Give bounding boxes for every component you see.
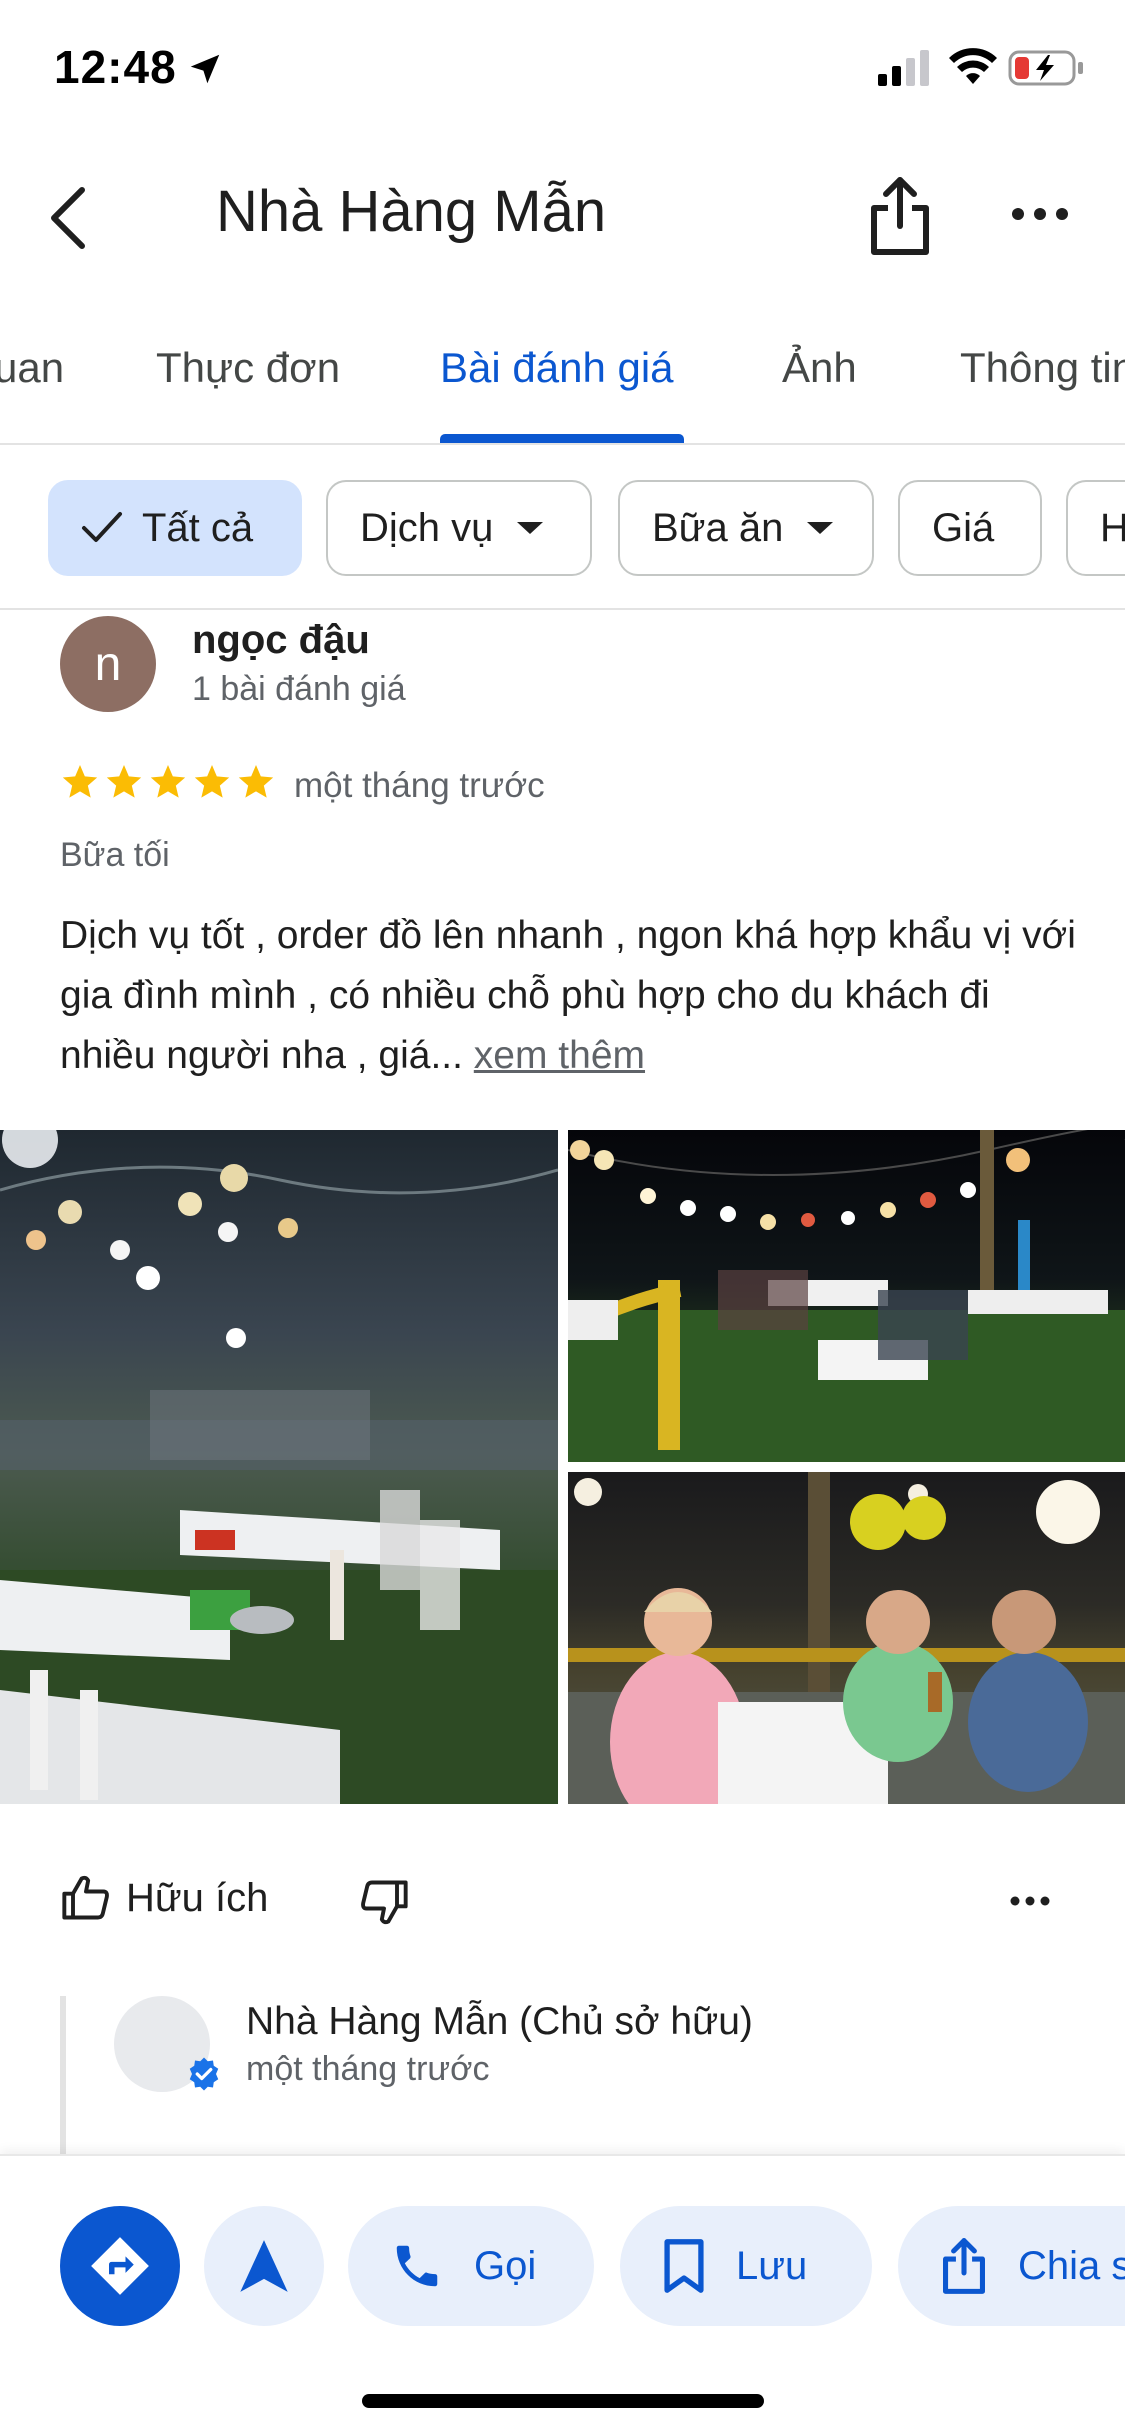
place-header: Nhà Hàng Mẫn [0,150,1125,280]
more-icon[interactable] [1010,1894,1050,1908]
review-photo[interactable] [568,1130,1125,1462]
page-title: Nhà Hàng Mẫn [216,179,607,244]
chip-meal[interactable]: Bữa ăn [618,480,874,576]
avatar[interactable]: n [60,616,156,712]
directions-icon [91,2237,149,2295]
phone-icon [396,2245,438,2287]
tab-overview[interactable]: uan [0,344,64,392]
review-time: một tháng trước [294,766,545,805]
share-icon [943,2238,985,2294]
tab-bar: uan Thực đơn Bài đánh giá Ảnh Thông tin [0,320,1125,445]
owner-name: Nhà Hàng Mẫn (Chủ sở hữu) [246,2000,753,2043]
star-icon [106,765,142,798]
dropdown-icon [517,522,544,534]
chip-label: H [1100,505,1125,550]
review-photo[interactable] [0,1130,558,1804]
reviewer-review-count: 1 bài đánh giá [192,670,406,708]
owner-response-time: một tháng trước [246,2050,490,2088]
star-icon [150,765,186,798]
rating-stars [60,762,276,808]
call-button[interactable]: Gọi [348,2206,594,2326]
thumb-up-icon[interactable] [60,1872,112,1924]
wifi-icon [949,48,997,84]
tab-photos[interactable]: Ảnh [782,344,857,392]
more-icon[interactable] [1010,202,1070,226]
star-icon [62,765,98,798]
tab-reviews[interactable]: Bài đánh giá [440,344,674,392]
share-button[interactable]: Chia sẻ [898,2206,1125,2326]
helpful-button[interactable]: Hữu ích [126,1876,268,1921]
status-bar: 12:48 [0,0,1125,140]
share-icon[interactable] [862,174,938,258]
status-time: 12:48 [54,41,177,93]
chip-label: Giá [932,505,995,550]
review-filter-chips: Tất cả Dịch vụ Bữa ăn Giá H [0,472,1125,582]
chip-price[interactable]: Giá [898,480,1042,576]
star-icon [194,765,230,798]
meal-tag: Bữa tối [60,836,170,874]
tab-about[interactable]: Thông tin [960,344,1125,392]
dropdown-icon [807,522,834,534]
chip-label: Tất cả [142,505,254,550]
chip-label: Dịch vụ [360,505,494,550]
see-more-link[interactable]: xem thêm [474,1034,645,1077]
save-label: Lưu [736,2243,808,2288]
navigation-icon [240,2240,288,2292]
check-icon [82,512,122,542]
star-icon [238,765,274,798]
signal-icon [878,50,929,86]
location-arrow-icon [190,54,220,84]
chip-service[interactable]: Dịch vụ [326,480,592,576]
back-icon[interactable] [42,182,98,254]
save-button[interactable]: Lưu [620,2206,872,2326]
chip-more[interactable]: H [1066,480,1125,576]
review-text: Dịch vụ tốt , order đồ lên nhanh , ngon … [60,906,1080,1086]
divider [0,608,1125,610]
review-photo[interactable] [568,1472,1125,1804]
call-label: Gọi [474,2243,537,2288]
chip-all[interactable]: Tất cả [48,480,302,576]
bookmark-icon [664,2239,704,2293]
share-label: Chia sẻ [1018,2243,1125,2288]
verified-icon [189,2057,219,2091]
reviewer-name[interactable]: ngọc đậu [192,618,370,663]
tab-menu[interactable]: Thực đơn [156,344,340,392]
battery-icon [1008,50,1083,86]
start-navigation-button[interactable] [204,2206,324,2326]
home-indicator [362,2394,764,2408]
owner-response-rule [60,1996,66,2156]
thumb-down-icon[interactable] [358,1876,410,1928]
directions-button[interactable] [60,2206,180,2326]
active-tab-indicator [440,434,684,443]
chip-label: Bữa ăn [652,505,784,550]
